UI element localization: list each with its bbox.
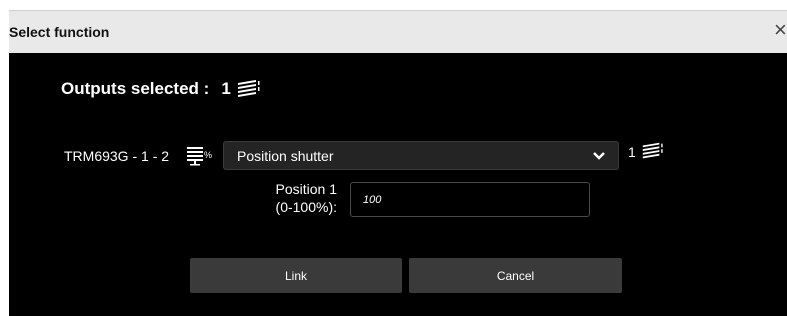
chevron-down-icon (593, 152, 605, 160)
outputs-stack-icon (237, 80, 260, 97)
select-function-dialog: Select function × Outputs selected : 1 T… (0, 0, 787, 316)
dialog-body: Outputs selected : 1 TRM693G - 1 - 2 % P… (9, 53, 787, 316)
device-label: TRM693G - 1 - 2 (64, 148, 170, 164)
position-label-line2: (0-100%): (275, 199, 337, 215)
function-select[interactable]: Position shutter (223, 141, 619, 170)
outputs-stack-icon (642, 142, 663, 159)
outputs-selected-label: Outputs selected : (61, 79, 210, 98)
close-icon[interactable]: × (774, 19, 787, 41)
outputs-selected: Outputs selected : 1 (61, 79, 261, 99)
selected-count-number: 1 (628, 144, 636, 160)
cancel-button[interactable]: Cancel (409, 258, 622, 293)
position-label: Position 1 (0-100%): (249, 180, 337, 216)
dialog-title: Select function (9, 24, 110, 40)
link-button[interactable]: Link (190, 258, 402, 293)
svg-text:%: % (204, 150, 212, 160)
device-row: TRM693G - 1 - 2 % Position shutter 1 (9, 141, 787, 171)
function-select-value: Position shutter (237, 148, 334, 164)
selected-count: 1 (628, 141, 664, 161)
position-input[interactable] (350, 182, 590, 217)
outputs-selected-count: 1 (221, 79, 231, 98)
dialog-titlebar: Select function × (9, 10, 787, 53)
position-label-line1: Position 1 (275, 181, 337, 197)
shutter-percent-icon: % (187, 147, 212, 166)
